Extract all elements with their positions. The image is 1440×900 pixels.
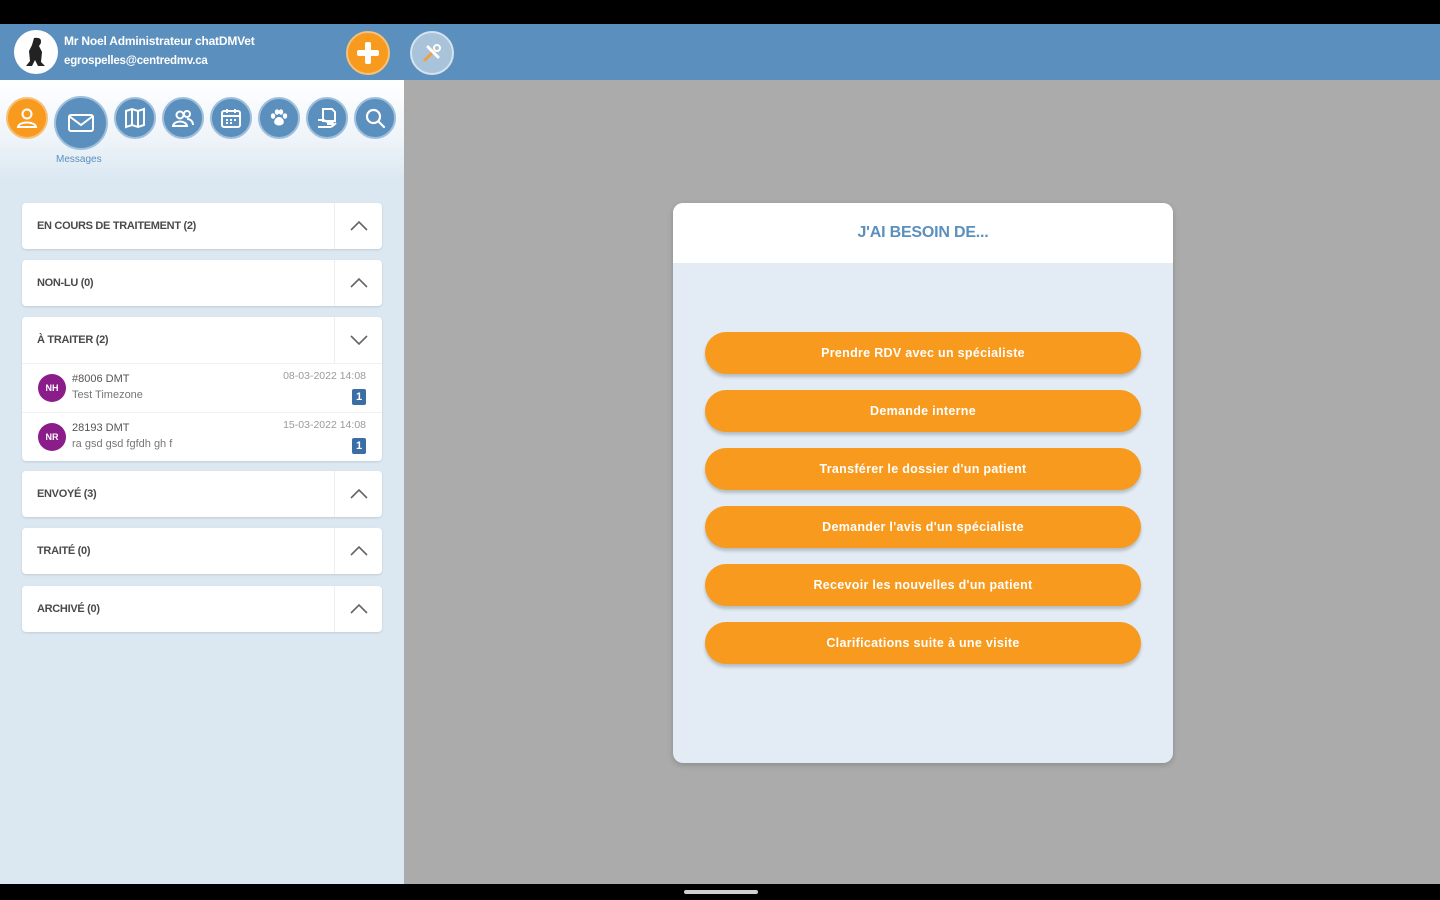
message-avatar: NR — [38, 423, 66, 451]
section-header[interactable]: À TRAITER (2) — [22, 317, 382, 363]
message-date: 15-03-2022 14:08 — [283, 419, 366, 431]
calendar-icon — [221, 109, 241, 128]
message-subject: Test Timezone — [72, 389, 143, 401]
nav-calendar[interactable] — [210, 97, 252, 139]
action-button-rdv-specialiste[interactable]: Prendre RDV avec un spécialiste — [705, 332, 1141, 374]
message-count-badge: 1 — [352, 438, 366, 454]
dialog-header: J'AI BESOIN DE... — [673, 203, 1173, 263]
message-reference: 28193 DMT — [72, 422, 130, 434]
message-count-badge: 1 — [352, 389, 366, 405]
section-envoye: ENVOYÉ (3) — [22, 471, 382, 517]
message-row[interactable]: NR 28193 DMT ra gsd gsd fgfdh gh f 15-03… — [22, 412, 382, 461]
search-icon — [365, 108, 386, 129]
section-header[interactable]: ARCHIVÉ (0) — [22, 586, 382, 632]
dialog-title: J'AI BESOIN DE... — [857, 224, 989, 241]
section-toggle[interactable] — [334, 586, 382, 632]
tools-icon — [423, 44, 441, 62]
users-icon — [171, 110, 194, 127]
action-button-demande-interne[interactable]: Demande interne — [705, 390, 1141, 432]
plus-icon — [357, 42, 379, 64]
request-dialog: J'AI BESOIN DE... Prendre RDV avec un sp… — [673, 203, 1173, 763]
section-title: EN COURS DE TRAITEMENT (2) — [37, 220, 197, 232]
section-toggle[interactable] — [334, 203, 382, 249]
section-en-cours: EN COURS DE TRAITEMENT (2) — [22, 203, 382, 249]
section-title: TRAITÉ (0) — [37, 545, 91, 557]
home-indicator[interactable] — [684, 890, 758, 894]
nav-search[interactable] — [354, 97, 396, 139]
status-bar — [0, 0, 1440, 24]
message-reference: #8006 DMT — [72, 373, 130, 385]
section-a-traiter: À TRAITER (2) NH #8006 DMT Test Timezone… — [22, 317, 382, 461]
section-traite: TRAITÉ (0) — [22, 528, 382, 574]
top-bar: Mr Noel Administrateur chatDMVet egrospe… — [0, 24, 1440, 80]
chevron-up-icon — [349, 278, 368, 288]
section-toggle[interactable] — [334, 260, 382, 306]
message-date: 08-03-2022 14:08 — [283, 370, 366, 382]
user-avatar[interactable] — [14, 30, 58, 74]
user-icon — [16, 108, 38, 128]
user-name: Mr Noel Administrateur chatDMVet — [64, 34, 255, 48]
envelope-icon — [68, 114, 94, 132]
action-button-transferer-dossier[interactable]: Transférer le dossier d'un patient — [705, 448, 1141, 490]
section-header[interactable]: ENVOYÉ (3) — [22, 471, 382, 517]
section-title: NON-LU (0) — [37, 277, 94, 289]
tools-button[interactable] — [410, 31, 454, 75]
section-header[interactable]: EN COURS DE TRAITEMENT (2) — [22, 203, 382, 249]
message-subject: ra gsd gsd fgfdh gh f — [72, 438, 173, 450]
nav-messages[interactable] — [54, 96, 108, 150]
section-title: ARCHIVÉ (0) — [37, 603, 100, 615]
nav-patients[interactable] — [258, 97, 300, 139]
user-email: egrospelles@centredmv.ca — [64, 55, 208, 67]
chevron-up-icon — [349, 489, 368, 499]
nav-documents[interactable] — [306, 97, 348, 139]
main-area: J'AI BESOIN DE... Prendre RDV avec un sp… — [404, 80, 1440, 884]
paw-icon — [270, 109, 288, 126]
section-title: À TRAITER (2) — [37, 334, 109, 346]
nav-bar: Messages — [0, 80, 404, 180]
section-toggle[interactable] — [334, 528, 382, 574]
action-button-clarifications[interactable]: Clarifications suite à une visite — [705, 622, 1141, 664]
nav-contacts[interactable] — [162, 97, 204, 139]
chevron-up-icon — [349, 546, 368, 556]
sidebar: Messages EN COURS DE TRAITEMENT (2) NON-… — [0, 80, 404, 884]
action-button-nouvelles-patient[interactable]: Recevoir les nouvelles d'un patient — [705, 564, 1141, 606]
nav-profile[interactable] — [6, 97, 48, 139]
system-nav-bar — [0, 884, 1440, 900]
section-non-lu: NON-LU (0) — [22, 260, 382, 306]
action-button-avis-specialiste[interactable]: Demander l'avis d'un spécialiste — [705, 506, 1141, 548]
section-toggle[interactable] — [334, 471, 382, 517]
document-hand-icon — [318, 108, 337, 128]
message-row[interactable]: NH #8006 DMT Test Timezone 08-03-2022 14… — [22, 363, 382, 412]
chevron-up-icon — [349, 604, 368, 614]
chevron-down-icon — [349, 335, 368, 345]
nav-messages-label: Messages — [56, 154, 102, 165]
section-title: ENVOYÉ (3) — [37, 488, 97, 500]
section-header[interactable]: NON-LU (0) — [22, 260, 382, 306]
section-toggle[interactable] — [334, 317, 382, 363]
chevron-up-icon — [349, 221, 368, 231]
add-button[interactable] — [346, 31, 390, 75]
nav-map[interactable] — [114, 97, 156, 139]
map-icon — [125, 107, 145, 129]
section-header[interactable]: TRAITÉ (0) — [22, 528, 382, 574]
section-archive: ARCHIVÉ (0) — [22, 586, 382, 632]
message-avatar: NH — [38, 374, 66, 402]
